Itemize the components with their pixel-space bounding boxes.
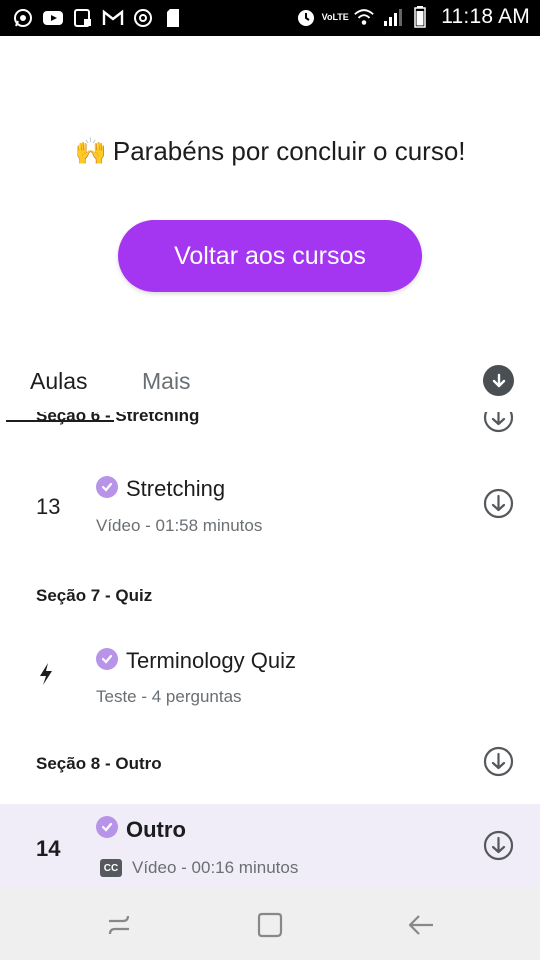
signal-icon <box>381 6 403 28</box>
back-to-courses-button[interactable]: Voltar aos cursos <box>118 220 422 292</box>
tab-bar: Aulas Mais <box>0 352 540 412</box>
download-lesson-button[interactable] <box>483 830 514 861</box>
lesson-title: Terminology Quiz <box>126 648 296 673</box>
completion-message: 🙌 Parabéns por concluir o curso! <box>0 136 540 167</box>
download-icon <box>483 830 514 861</box>
alarm-icon <box>295 6 317 28</box>
download-icon <box>483 746 514 777</box>
sd-card-icon <box>162 7 184 29</box>
lesson-title: Outro <box>126 817 186 842</box>
download-icon <box>483 412 514 433</box>
download-icon <box>483 488 514 519</box>
lesson-number: 13 <box>36 494 61 519</box>
status-bar: VoLTE 11:18 AM <box>0 0 540 36</box>
battery-icon <box>409 6 431 28</box>
download-icon <box>492 373 505 387</box>
download-section-6-button[interactable] <box>483 412 514 433</box>
download-section-8-button[interactable] <box>483 746 514 777</box>
completion-text: Parabéns por concluir o curso! <box>112 136 466 166</box>
notification-icons <box>12 7 184 29</box>
message-icon <box>72 7 94 29</box>
download-lesson-button[interactable] <box>483 488 514 519</box>
lesson-list: Seção 6 - Stretching 13 Stretching Vídeo… <box>0 412 540 888</box>
completed-check-icon <box>96 816 118 838</box>
gmail-icon <box>102 7 124 29</box>
lightning-icon <box>38 662 54 691</box>
tab-aulas[interactable]: Aulas <box>30 368 88 395</box>
recent-apps-icon[interactable] <box>104 910 134 940</box>
wifi-icon <box>353 6 375 28</box>
system-icons: VoLTE 11:18 AM <box>295 5 530 29</box>
back-icon[interactable] <box>406 910 436 940</box>
youtube-icon <box>42 7 64 29</box>
section-header-6: Seção 6 - Stretching <box>36 412 200 425</box>
section-header-8: Seção 8 - Outro <box>36 754 162 773</box>
raised-hands-emoji: 🙌 <box>74 136 107 166</box>
section-header-7: Seção 7 - Quiz <box>36 586 153 605</box>
lesson-title: Stretching <box>126 476 226 501</box>
closed-captions-icon: CC <box>100 859 122 877</box>
completed-check-icon <box>96 476 118 498</box>
volte-icon: VoLTE <box>321 11 349 22</box>
whatsapp-icon <box>12 7 34 29</box>
navigation-bar <box>0 888 540 960</box>
download-all-button[interactable] <box>483 365 514 396</box>
lesson-meta: Vídeo - 01:58 minutos <box>96 516 263 535</box>
clock: 11:18 AM <box>441 5 530 28</box>
lesson-meta: Vídeo - 00:16 minutos <box>132 858 299 877</box>
lesson-meta: Teste - 4 perguntas <box>96 687 242 706</box>
camera-icon <box>132 7 154 29</box>
lesson-number: 14 <box>36 836 61 861</box>
home-icon[interactable] <box>255 910 285 940</box>
active-tab-indicator <box>6 420 114 422</box>
completed-check-icon <box>96 648 118 670</box>
tab-mais[interactable]: Mais <box>142 368 191 395</box>
